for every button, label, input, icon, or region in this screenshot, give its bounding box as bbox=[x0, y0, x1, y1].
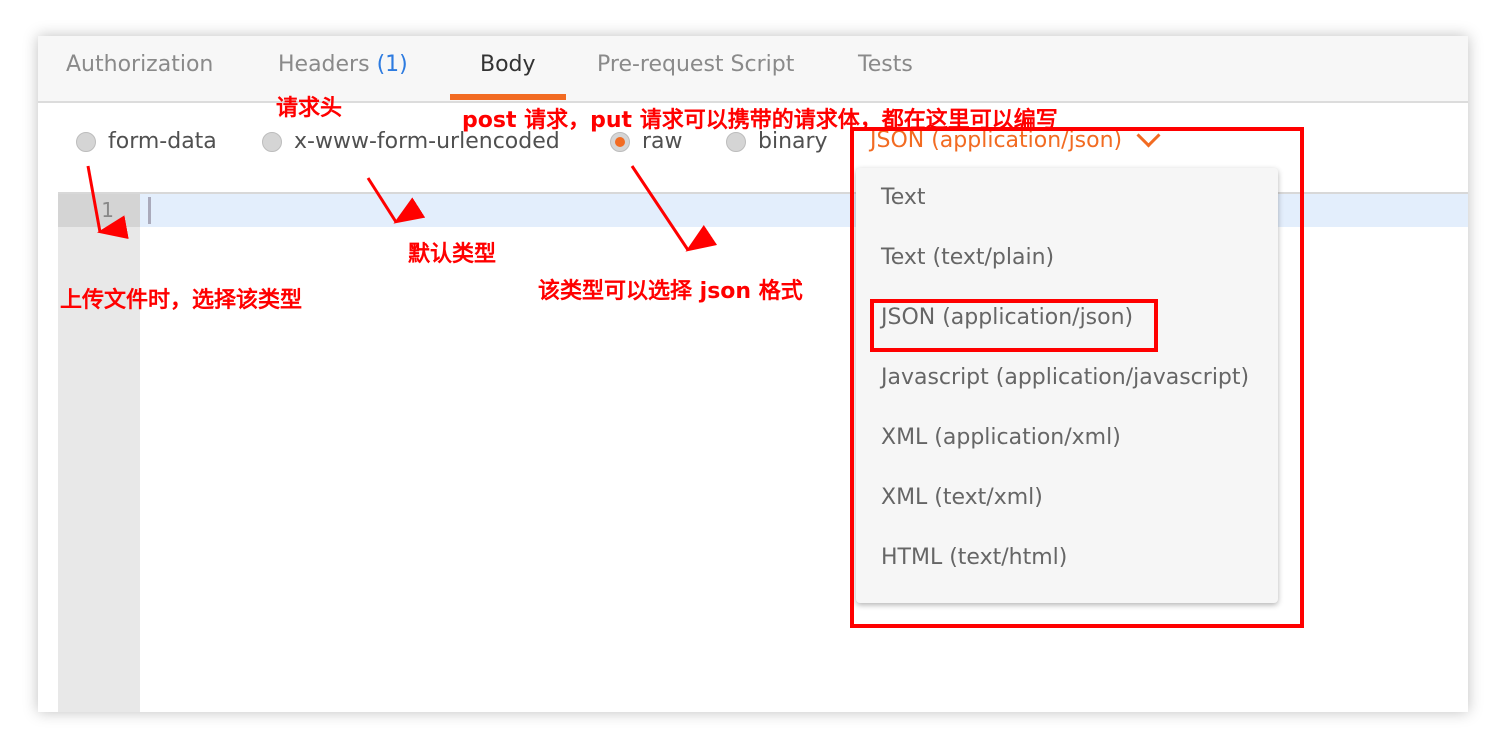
arrow-form-data bbox=[86, 165, 129, 239]
annotation-arrows bbox=[86, 165, 718, 252]
arrow-urlencoded bbox=[366, 177, 426, 224]
arrow-raw bbox=[630, 165, 718, 252]
